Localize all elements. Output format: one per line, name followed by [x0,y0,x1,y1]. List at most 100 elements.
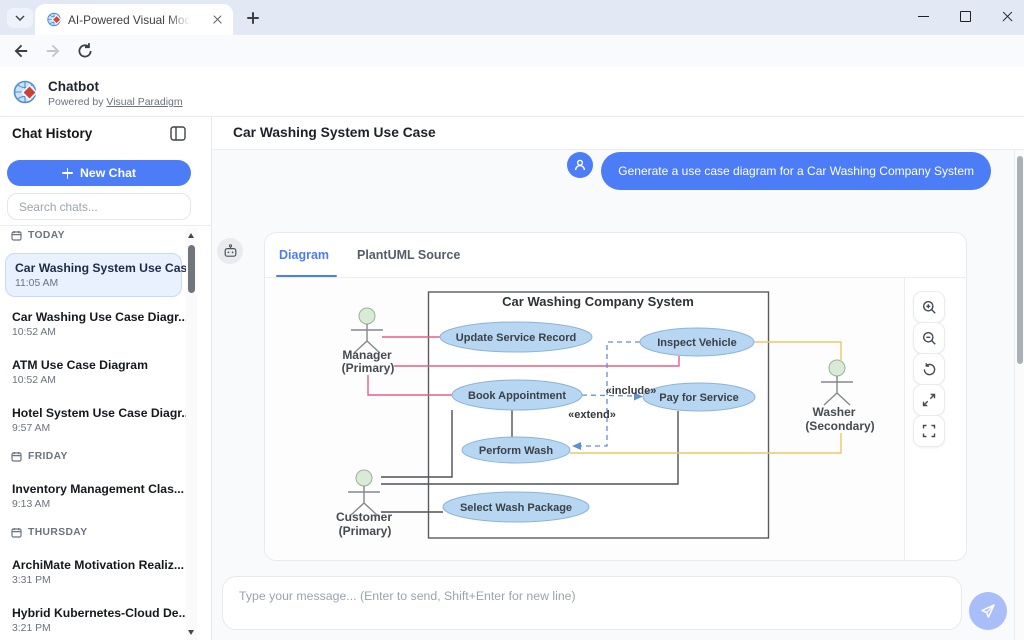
diagram-canvas[interactable]: Car Washing Company System [265,278,905,561]
tab-search-button[interactable] [7,8,33,28]
scroll-down-icon[interactable] [188,630,194,635]
app-logo-icon [13,79,41,106]
group-label: THURSDAY [28,527,87,538]
browser-tab[interactable]: AI-Powered Visual Modeling Ch [35,4,233,35]
expand-button[interactable] [913,384,945,416]
user-message-bubble: Generate a use case diagram for a Car Wa… [601,152,991,190]
browser-toolbar: ai-toolbox.visual-paradigm.com/app/chatb… [0,35,1024,67]
usecase-inspect-vehicle[interactable]: Inspect Vehicle [640,328,754,356]
include-stereotype: «include» [606,385,657,397]
chat-title-bar: Car Washing System Use Case [212,117,1024,150]
app-title: Chatbot [48,79,99,94]
reload-button[interactable] [76,42,94,60]
collapse-sidebar-icon[interactable] [170,126,186,141]
chat-item[interactable]: ATM Use Case Diagram 10:52 AM [12,358,176,386]
chat-scrollbar[interactable] [1014,150,1024,640]
sidebar-title: Chat History [12,126,92,141]
zoom-out-button[interactable] [913,322,945,354]
chat-item-title: ATM Use Case Diagram [12,358,176,372]
reset-icon [922,362,937,377]
chat-item-time: 9:13 AM [12,499,176,510]
fullscreen-button[interactable] [913,415,945,447]
chat-item-time: 11:05 AM [15,278,172,289]
maximize-icon [960,11,971,22]
message-input-box [222,576,962,630]
chat-item-time: 3:21 PM [12,623,176,634]
chat-item-title: Car Washing Use Case Diagr... [12,310,176,324]
minimize-icon [918,16,929,17]
back-button[interactable] [12,42,30,60]
actor-role: (Secondary) [805,419,874,433]
window-minimize-button[interactable] [906,0,940,33]
calendar-icon [11,230,22,241]
chat-item-time: 10:52 AM [12,375,176,386]
site-favicon-icon [47,12,62,27]
usecase-label: Inspect Vehicle [657,337,736,349]
reset-view-button[interactable] [913,353,945,385]
actor-name: Washer [813,405,856,419]
chat-item-active[interactable]: Car Washing System Use Case 11:05 AM [5,253,182,297]
usecase-select-wash-package[interactable]: Select Wash Package [443,492,589,522]
chat-item-title: ArchiMate Motivation Realiz... [12,558,176,572]
extend-stereotype: «extend» [568,409,616,421]
usecase-perform-wash[interactable]: Perform Wash [462,437,570,463]
sidebar-scrollbar[interactable] [186,228,197,640]
scroll-up-icon[interactable] [188,233,194,238]
zoom-in-button[interactable] [913,291,945,323]
calendar-icon [11,527,22,538]
user-message-avatar [567,152,593,178]
tab-diagram-label: Diagram [279,248,329,262]
tab-plantuml-label: PlantUML Source [357,248,460,262]
usecase-book-appointment[interactable]: Book Appointment [452,380,582,410]
actor-customer[interactable]: Customer (Primary) [336,470,392,538]
new-chat-button[interactable]: New Chat [7,160,191,186]
actor-role: (Primary) [339,524,392,538]
powered-by-prefix: Powered by [48,96,106,108]
visual-paradigm-link[interactable]: Visual Paradigm [106,96,182,108]
browser-window: AI-Powered Visual Modeling Ch ai-toolbox… [0,0,1024,640]
window-maximize-button[interactable] [948,0,982,33]
new-tab-button[interactable] [243,8,263,28]
browser-tab-strip: AI-Powered Visual Modeling Ch [0,0,1024,35]
chat-item[interactable]: Inventory Management Clas... 9:13 AM [12,482,176,510]
fullscreen-icon [922,424,936,438]
actor-name: Manager [342,348,392,362]
chat-history-sidebar: Chat History New Chat TODAY Car Washing … [0,117,212,640]
powered-by-text: Powered by Visual Paradigm [48,96,183,108]
chat-item[interactable]: ArchiMate Motivation Realiz... 3:31 PM [12,558,176,586]
actor-manager[interactable]: Manager (Primary) [342,308,395,375]
calendar-icon [11,451,22,462]
forward-button[interactable] [44,42,62,60]
usecase-label: Perform Wash [479,445,553,457]
chat-group-friday: FRIDAY [11,451,68,462]
chat-item[interactable]: Hotel System Use Case Diagr... 9:57 AM [12,406,176,434]
search-chats-input[interactable] [8,194,190,219]
message-input[interactable] [223,577,961,629]
tab-title-fade [168,10,200,30]
tab-diagram[interactable]: Diagram [279,233,329,277]
person-icon [573,158,587,172]
reload-icon [76,42,94,60]
usecase-label: Book Appointment [468,390,566,402]
send-button[interactable] [969,592,1007,630]
usecase-label: Select Wash Package [460,502,572,514]
back-icon [12,42,30,60]
chat-scrollbar-thumb[interactable] [1017,156,1023,364]
actor-washer[interactable]: Washer (Secondary) [805,360,874,433]
window-close-button[interactable] [990,0,1024,33]
usecase-update-service-record[interactable]: Update Service Record [440,322,592,352]
close-icon [1000,9,1015,24]
card-tab-bar: Diagram PlantUML Source [265,233,966,278]
zoom-in-icon [922,300,937,315]
scrollbar-thumb[interactable] [188,245,195,293]
usecase-pay-for-service[interactable]: Pay for Service [643,383,755,411]
tab-plantuml-source[interactable]: PlantUML Source [357,233,460,277]
chat-main-area: Car Washing System Use Case Generate a u… [212,117,1024,640]
diagram-tools [913,278,967,517]
chat-item[interactable]: Car Washing Use Case Diagr... 10:52 AM [12,310,176,338]
chat-item[interactable]: Hybrid Kubernetes-Cloud De... 3:21 PM [12,606,176,634]
tab-close-icon[interactable] [210,12,225,27]
group-label: FRIDAY [28,451,68,462]
chat-group-today: TODAY [11,230,65,241]
chat-item-time: 3:31 PM [12,575,176,586]
